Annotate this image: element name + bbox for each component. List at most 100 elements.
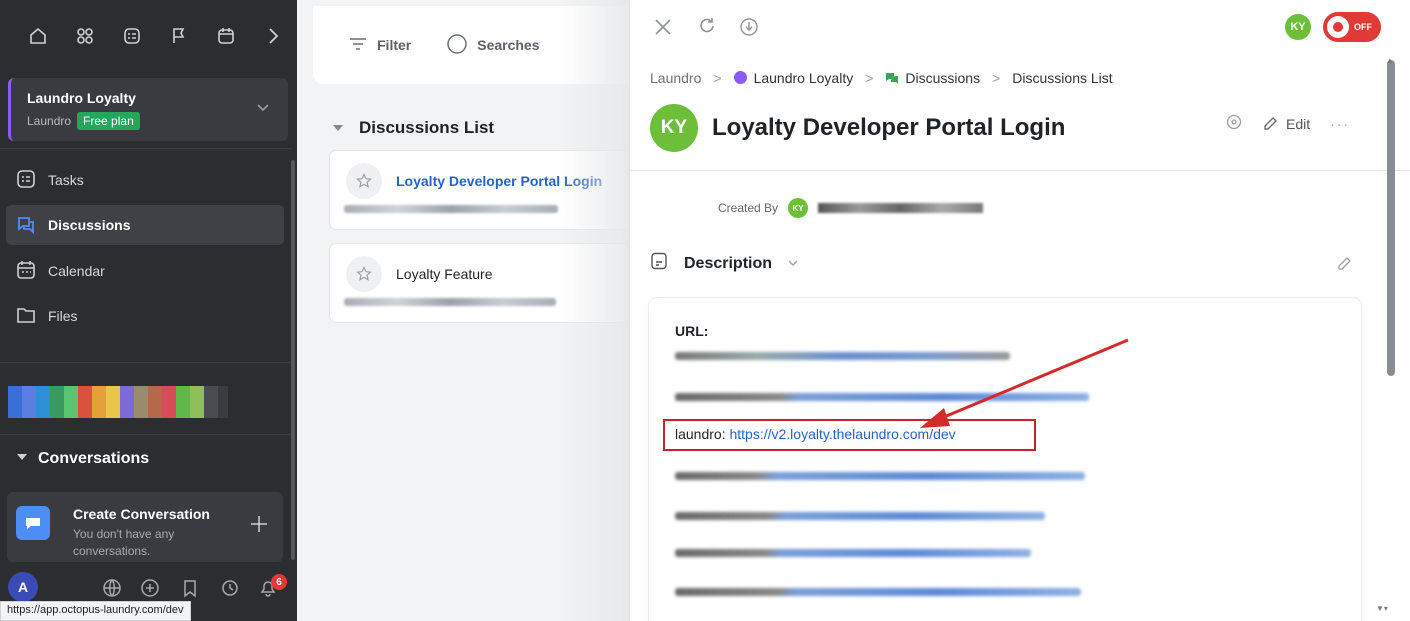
more-options-icon[interactable]: ··· <box>1330 116 1350 132</box>
panel-shadow <box>560 0 630 621</box>
redacted-meta <box>344 298 556 306</box>
chevron-down-icon <box>788 255 798 273</box>
chevron-right-icon: > <box>992 70 1001 86</box>
expand-chevron-icon[interactable] <box>250 21 297 51</box>
scroll-up-icon[interactable]: ▲ <box>1386 56 1394 65</box>
edit-description-icon[interactable] <box>1336 256 1352 277</box>
app-root: Laundro Loyalty Laundro Free plan Tasks … <box>0 0 1410 621</box>
calendar-top-icon[interactable] <box>203 21 250 51</box>
sidebar-scrollbar[interactable] <box>291 160 295 560</box>
notification-count-badge: 6 <box>271 574 287 590</box>
filter-button[interactable]: Filter <box>349 37 411 54</box>
discussion-detail-panel: KY OFF Laundro > Laundro Loyalty > Discu… <box>629 0 1410 621</box>
discussions-green-icon <box>886 73 899 84</box>
bookmark-icon[interactable] <box>180 578 200 603</box>
plus-icon[interactable] <box>249 514 269 539</box>
apps-grid-icon[interactable] <box>61 21 108 51</box>
filter-label: Filter <box>377 37 412 53</box>
chevron-down-icon[interactable] <box>256 100 270 119</box>
breadcrumb-label: Discussions <box>905 70 981 86</box>
url-label: URL: <box>675 323 709 339</box>
home-icon[interactable] <box>14 21 61 51</box>
scroll-down-icon[interactable]: ▼▾ <box>1376 604 1388 613</box>
sidebar-item-label: Calendar <box>48 263 105 279</box>
globe-icon[interactable] <box>102 578 122 603</box>
checklist-icon[interactable] <box>108 21 155 51</box>
breadcrumb-item[interactable]: Discussions <box>885 70 980 86</box>
document-icon <box>650 252 668 275</box>
user-avatar[interactable]: KY <box>1285 14 1311 40</box>
redacted-meta <box>344 205 558 213</box>
sidebar-topbar <box>0 0 297 72</box>
avatar[interactable]: A <box>8 572 38 602</box>
folder-icon <box>16 305 36 328</box>
filter-icon <box>349 37 367 54</box>
breadcrumb-label: Laundro Loyalty <box>753 70 854 86</box>
sidebar: Laundro Loyalty Laundro Free plan Tasks … <box>0 0 297 621</box>
download-icon[interactable] <box>739 17 759 42</box>
divider <box>0 148 292 149</box>
add-circle-icon[interactable] <box>140 578 160 603</box>
pixelated-apps-row <box>8 386 228 418</box>
conversations-heading: Conversations <box>38 450 150 467</box>
divider <box>630 170 1410 171</box>
sidebar-item-label: Tasks <box>48 172 84 188</box>
create-conversation-card[interactable]: Create Conversation You don't have any c… <box>7 492 283 562</box>
pencil-icon <box>1264 116 1277 130</box>
panel-topbar: KY OFF <box>630 0 1410 52</box>
divider <box>0 434 292 435</box>
divider <box>0 362 292 363</box>
created-by-label: Created By <box>718 201 779 215</box>
project-dot-icon <box>733 71 747 84</box>
searches-label: Searches <box>477 37 540 53</box>
caret-down-icon <box>333 118 343 138</box>
star-icon[interactable] <box>346 163 382 199</box>
record-toggle[interactable]: OFF <box>1323 12 1381 42</box>
close-icon[interactable] <box>654 18 672 41</box>
workspace-org: Laundro <box>27 114 72 128</box>
breadcrumb-item[interactable]: Laundro <box>650 70 701 86</box>
redacted-line <box>675 472 1085 480</box>
redacted-line <box>675 549 1031 557</box>
edit-label: Edit <box>1286 115 1311 132</box>
page-title[interactable]: Loyalty Developer Portal Login <box>712 114 1065 142</box>
searches-button[interactable]: Searches <box>447 33 540 57</box>
tag-icon[interactable] <box>1226 114 1242 133</box>
description-header[interactable]: Description <box>650 252 798 275</box>
sidebar-item-calendar[interactable]: Calendar <box>6 251 284 291</box>
plan-badge: Free plan <box>77 112 140 130</box>
breadcrumb: Laundro > Laundro Loyalty > Discussions … <box>650 70 1113 86</box>
workspace-meta: Laundro Free plan <box>27 112 288 130</box>
tasks-icon <box>16 169 36 192</box>
sidebar-item-tasks[interactable]: Tasks <box>6 160 284 200</box>
chevron-right-icon: > <box>865 70 874 86</box>
conversations-section-header[interactable]: Conversations <box>16 450 149 468</box>
list-item-title: Loyalty Feature <box>396 266 493 282</box>
redacted-line <box>675 588 1081 596</box>
workspace-name: Laundro Loyalty <box>27 90 136 106</box>
discussions-list-heading[interactable]: Discussions List <box>333 118 494 138</box>
author-avatar[interactable]: KY <box>650 104 698 152</box>
sidebar-item-label: Files <box>48 308 78 324</box>
title-actions: Edit ··· <box>1226 114 1350 133</box>
history-icon[interactable] <box>220 578 240 603</box>
breadcrumb-item[interactable]: Laundro Loyalty <box>733 70 854 86</box>
chevron-right-icon: > <box>713 70 722 86</box>
refresh-icon[interactable] <box>697 17 717 42</box>
sidebar-item-discussions[interactable]: Discussions <box>6 205 284 245</box>
breadcrumb-item[interactable]: Discussions List <box>1012 70 1112 86</box>
edit-button[interactable]: Edit <box>1262 116 1310 132</box>
record-icon <box>1327 16 1349 38</box>
panel-scrollbar[interactable] <box>1387 60 1395 376</box>
star-icon[interactable] <box>346 256 382 292</box>
status-bar-url: https://app.octopus-laundry.com/dev <box>0 601 191 621</box>
create-conversation-subtitle: You don't have any conversations. <box>73 527 175 558</box>
creator-avatar[interactable]: KY <box>788 198 809 218</box>
sidebar-item-files[interactable]: Files <box>6 296 284 336</box>
list-heading-label: Discussions List <box>359 118 495 137</box>
url-prefix: laundro: <box>675 426 730 442</box>
created-by-row: Created By KY <box>718 198 984 218</box>
sidebar-item-label: Discussions <box>48 217 131 233</box>
flag-icon[interactable] <box>156 21 203 51</box>
workspace-switcher[interactable]: Laundro Loyalty Laundro Free plan <box>8 78 288 141</box>
